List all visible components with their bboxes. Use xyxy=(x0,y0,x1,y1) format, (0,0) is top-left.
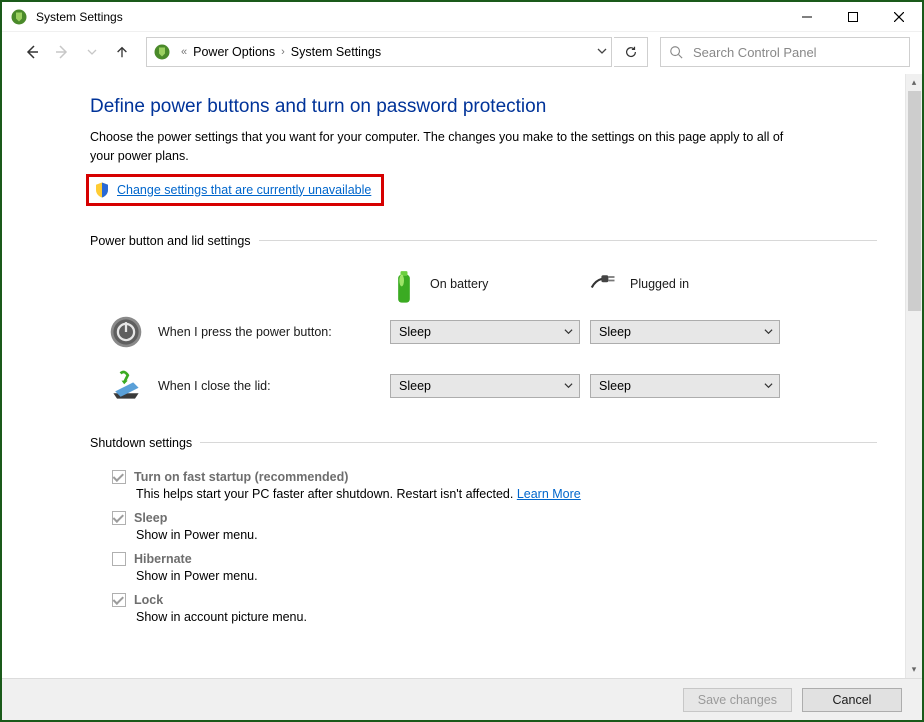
power-button-lid-group: Power button and lid settings On battery… xyxy=(90,234,877,422)
learn-more-link[interactable]: Learn More xyxy=(517,487,581,501)
breadcrumb-power-options[interactable]: Power Options xyxy=(193,45,275,59)
shutdown-item-hibernate: Hibernate Show in Power menu. xyxy=(112,552,877,583)
chevron-down-icon xyxy=(764,381,773,390)
hibernate-sub: Show in Power menu. xyxy=(136,569,877,583)
maximize-button[interactable] xyxy=(830,3,876,31)
shield-icon xyxy=(93,181,111,199)
forward-button[interactable] xyxy=(48,38,76,66)
on-battery-label: On battery xyxy=(430,277,488,291)
address-icon xyxy=(153,43,171,61)
close-lid-battery-combo[interactable]: Sleep xyxy=(390,374,580,398)
fast-startup-sub: This helps start your PC faster after sh… xyxy=(136,487,517,501)
close-lid-label: When I close the lid: xyxy=(158,379,271,393)
search-box[interactable] xyxy=(660,37,910,67)
navbar: « Power Options › System Settings xyxy=(2,32,922,74)
close-button[interactable] xyxy=(876,3,922,31)
lock-checkbox[interactable] xyxy=(112,593,126,607)
breadcrumb-root: « xyxy=(181,46,187,58)
sleep-sub: Show in Power menu. xyxy=(136,528,877,542)
chevron-right-icon: › xyxy=(281,46,285,58)
search-icon xyxy=(669,45,683,59)
power-button-icon xyxy=(108,314,144,350)
shutdown-settings-legend: Shutdown settings xyxy=(90,436,200,450)
app-icon xyxy=(10,8,28,26)
hibernate-checkbox[interactable] xyxy=(112,552,126,566)
refresh-button[interactable] xyxy=(614,37,648,67)
close-lid-battery-value: Sleep xyxy=(399,379,431,393)
change-settings-row: Change settings that are currently unava… xyxy=(86,174,384,206)
page-description: Choose the power settings that you want … xyxy=(90,128,810,166)
press-power-battery-combo[interactable]: Sleep xyxy=(390,320,580,344)
titlebar: System Settings xyxy=(2,2,922,32)
sleep-checkbox[interactable] xyxy=(112,511,126,525)
shutdown-item-sleep: Sleep Show in Power menu. xyxy=(112,511,877,542)
shutdown-settings-group: Shutdown settings Turn on fast startup (… xyxy=(90,436,877,634)
scroll-thumb[interactable] xyxy=(908,91,921,311)
lid-icon xyxy=(108,368,144,404)
press-power-label: When I press the power button: xyxy=(158,325,332,339)
address-bar[interactable]: « Power Options › System Settings xyxy=(146,37,612,67)
scrollbar[interactable]: ▴ ▾ xyxy=(905,74,922,678)
cancel-button[interactable]: Cancel xyxy=(802,688,902,712)
press-power-plugged-value: Sleep xyxy=(599,325,631,339)
fast-startup-checkbox[interactable] xyxy=(112,470,126,484)
window-title: System Settings xyxy=(36,10,123,24)
chevron-down-icon xyxy=(564,381,573,390)
plugged-in-label: Plugged in xyxy=(630,277,689,291)
plug-icon xyxy=(590,270,618,298)
sleep-label: Sleep xyxy=(134,511,167,525)
press-power-battery-value: Sleep xyxy=(399,325,431,339)
save-changes-button[interactable]: Save changes xyxy=(683,688,792,712)
up-button[interactable] xyxy=(108,38,136,66)
lock-sub: Show in account picture menu. xyxy=(136,610,877,624)
shutdown-item-lock: Lock Show in account picture menu. xyxy=(112,593,877,624)
page-title: Define power buttons and turn on passwor… xyxy=(90,96,877,118)
chevron-down-icon xyxy=(764,327,773,336)
recent-dropdown[interactable] xyxy=(78,38,106,66)
chevron-down-icon xyxy=(564,327,573,336)
search-input[interactable] xyxy=(691,44,901,61)
battery-icon xyxy=(390,270,418,298)
footer: Save changes Cancel xyxy=(2,678,922,720)
press-power-plugged-combo[interactable]: Sleep xyxy=(590,320,780,344)
change-settings-link[interactable]: Change settings that are currently unava… xyxy=(117,183,371,197)
fast-startup-label: Turn on fast startup (recommended) xyxy=(134,470,348,484)
address-dropdown[interactable] xyxy=(597,45,607,59)
minimize-button[interactable] xyxy=(784,3,830,31)
back-button[interactable] xyxy=(18,38,46,66)
lock-label: Lock xyxy=(134,593,163,607)
scroll-up-arrow[interactable]: ▴ xyxy=(906,74,922,91)
power-button-lid-legend: Power button and lid settings xyxy=(90,234,259,248)
shutdown-item-fast-startup: Turn on fast startup (recommended) This … xyxy=(112,470,877,501)
close-lid-plugged-combo[interactable]: Sleep xyxy=(590,374,780,398)
hibernate-label: Hibernate xyxy=(134,552,192,566)
breadcrumb-system-settings[interactable]: System Settings xyxy=(291,45,381,59)
close-lid-plugged-value: Sleep xyxy=(599,379,631,393)
scroll-down-arrow[interactable]: ▾ xyxy=(906,661,922,678)
content: Define power buttons and turn on passwor… xyxy=(2,74,905,678)
